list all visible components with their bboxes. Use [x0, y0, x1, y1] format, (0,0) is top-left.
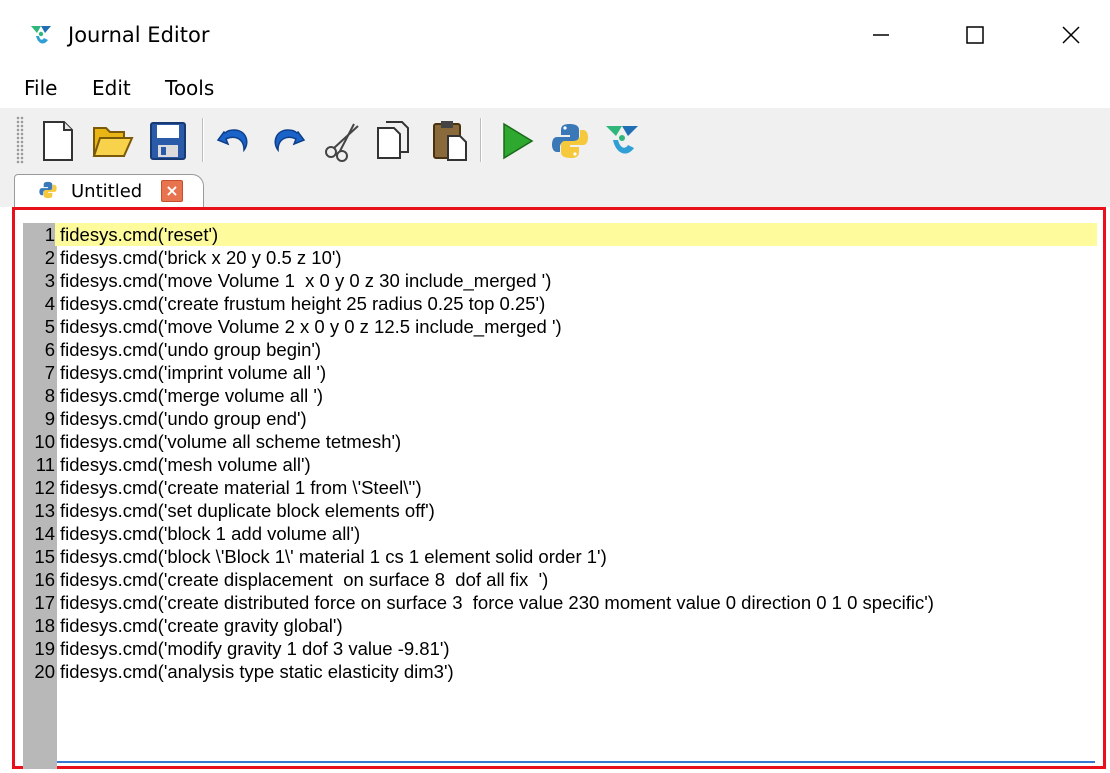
title-bar: Journal Editor	[0, 0, 1110, 68]
code-line[interactable]: 4 fidesys.cmd('create frustum height 25 r…	[23, 292, 1097, 315]
line-number: 2	[23, 246, 55, 269]
line-number: 7	[23, 361, 55, 384]
line-number: 10	[23, 430, 55, 453]
fidesys-logo-icon	[31, 26, 51, 44]
paste-icon[interactable]	[428, 118, 472, 164]
toolbar-separator	[480, 118, 482, 162]
code-line[interactable]: 5 fidesys.cmd('move Volume 2 x 0 y 0 z 12…	[23, 315, 1097, 338]
code-line[interactable]: 7 fidesys.cmd('imprint volume all ')	[23, 361, 1097, 384]
code-line[interactable]: 12 fidesys.cmd('create material 1 from \'…	[23, 476, 1097, 499]
tab-bar: Untitled ×	[0, 172, 1110, 208]
undo-icon[interactable]	[214, 118, 258, 164]
code-text[interactable]: fidesys.cmd('undo group begin')	[60, 338, 321, 361]
code-line[interactable]: 14 fidesys.cmd('block 1 add volume all')	[23, 522, 1097, 545]
toolbar	[0, 108, 1110, 172]
redo-icon[interactable]	[264, 118, 308, 164]
new-file-icon[interactable]	[36, 118, 80, 164]
code-text[interactable]: fidesys.cmd('move Volume 2 x 0 y 0 z 12.…	[60, 315, 562, 338]
run-icon[interactable]	[494, 118, 538, 164]
line-number: 16	[23, 568, 55, 591]
code-line[interactable]: 16 fidesys.cmd('create displacement on su…	[23, 568, 1097, 591]
line-number: 15	[23, 545, 55, 568]
code-text[interactable]: fidesys.cmd('set duplicate block element…	[60, 499, 435, 522]
line-number: 6	[23, 338, 55, 361]
code-line[interactable]: 18 fidesys.cmd('create gravity global')	[23, 614, 1097, 637]
code-text[interactable]: fidesys.cmd('mesh volume all')	[60, 453, 311, 476]
code-line[interactable]: 2 fidesys.cmd('brick x 20 y 0.5 z 10')	[23, 246, 1097, 269]
tab-close-icon[interactable]: ×	[161, 180, 183, 202]
code-lines: 1 fidesys.cmd('reset') 2 fidesys.cmd('brick…	[23, 223, 1097, 683]
code-line[interactable]: 20 fidesys.cmd('analysis type static elas…	[23, 660, 1097, 683]
line-number: 3	[23, 269, 55, 292]
fidesys-icon[interactable]	[600, 118, 644, 164]
code-line[interactable]: 15 fidesys.cmd('block \'Block 1\' materia…	[23, 545, 1097, 568]
python-icon[interactable]	[548, 118, 592, 164]
code-line[interactable]: 10 fidesys.cmd('volume all scheme tetmesh…	[23, 430, 1097, 453]
menu-edit[interactable]: Edit	[92, 76, 131, 100]
code-line[interactable]: 1 fidesys.cmd('reset')	[23, 223, 1097, 246]
maximize-button[interactable]	[940, 10, 1010, 60]
code-line[interactable]: 17 fidesys.cmd('create distributed force …	[23, 591, 1097, 614]
line-number: 9	[23, 407, 55, 430]
toolbar-separator	[202, 118, 204, 162]
code-text[interactable]: fidesys.cmd('block \'Block 1\' material …	[60, 545, 607, 568]
maximize-icon	[966, 26, 984, 44]
line-number: 11	[23, 453, 55, 476]
code-line[interactable]: 3 fidesys.cmd('move Volume 1 x 0 y 0 z 30…	[23, 269, 1097, 292]
code-text[interactable]: fidesys.cmd('imprint volume all ')	[60, 361, 326, 384]
line-number: 18	[23, 614, 55, 637]
code-line[interactable]: 13 fidesys.cmd('set duplicate block eleme…	[23, 499, 1097, 522]
code-line[interactable]: 11 fidesys.cmd('mesh volume all')	[23, 453, 1097, 476]
line-number: 5	[23, 315, 55, 338]
line-number: 17	[23, 591, 55, 614]
line-number: 20	[23, 660, 55, 683]
menu-bar: File Edit Tools	[0, 68, 1110, 108]
line-number: 12	[23, 476, 55, 499]
code-text[interactable]: fidesys.cmd('modify gravity 1 dof 3 valu…	[60, 637, 450, 660]
line-number: 1	[23, 223, 55, 246]
code-text[interactable]: fidesys.cmd('volume all scheme tetmesh')	[60, 430, 401, 453]
line-number: 8	[23, 384, 55, 407]
code-text[interactable]: fidesys.cmd('create distributed force on…	[60, 591, 934, 614]
menu-file[interactable]: File	[24, 76, 57, 100]
cut-icon[interactable]	[320, 118, 364, 164]
code-text[interactable]: fidesys.cmd('merge volume all ')	[60, 384, 323, 407]
line-number: 14	[23, 522, 55, 545]
code-text[interactable]: fidesys.cmd('create frustum height 25 ra…	[60, 292, 545, 315]
code-text[interactable]: fidesys.cmd('create gravity global')	[60, 614, 343, 637]
copy-icon[interactable]	[372, 118, 416, 164]
code-line[interactable]: 8 fidesys.cmd('merge volume all ')	[23, 384, 1097, 407]
code-text[interactable]: fidesys.cmd('block 1 add volume all')	[60, 522, 360, 545]
code-line[interactable]: 6 fidesys.cmd('undo group begin')	[23, 338, 1097, 361]
toolbar-grip[interactable]	[16, 116, 24, 164]
tab-label: Untitled	[71, 181, 143, 202]
code-text[interactable]: fidesys.cmd('move Volume 1 x 0 y 0 z 30 …	[60, 269, 551, 292]
line-number: 19	[23, 637, 55, 660]
minimize-button[interactable]	[846, 10, 916, 60]
line-number: 4	[23, 292, 55, 315]
code-text[interactable]: fidesys.cmd('undo group end')	[60, 407, 307, 430]
code-text[interactable]: fidesys.cmd('reset')	[60, 223, 218, 246]
editor-bottom-border	[57, 761, 1095, 763]
code-line[interactable]: 9 fidesys.cmd('undo group end')	[23, 407, 1097, 430]
code-line[interactable]: 19 fidesys.cmd('modify gravity 1 dof 3 va…	[23, 637, 1097, 660]
python-icon	[39, 181, 57, 199]
code-text[interactable]: fidesys.cmd('create material 1 from \'St…	[60, 476, 422, 499]
close-icon	[1062, 26, 1080, 44]
menu-tools[interactable]: Tools	[165, 76, 214, 100]
code-text[interactable]: fidesys.cmd('analysis type static elasti…	[60, 660, 454, 683]
line-number: 13	[23, 499, 55, 522]
open-folder-icon[interactable]	[90, 118, 134, 164]
code-editor[interactable]: 1 fidesys.cmd('reset') 2 fidesys.cmd('brick…	[12, 207, 1106, 769]
window-title: Journal Editor	[68, 23, 210, 47]
code-text[interactable]: fidesys.cmd('brick x 20 y 0.5 z 10')	[60, 246, 342, 269]
close-button[interactable]	[1036, 10, 1106, 60]
save-icon[interactable]	[146, 118, 190, 164]
code-text[interactable]: fidesys.cmd('create displacement on surf…	[60, 568, 548, 591]
tab-untitled[interactable]: Untitled ×	[14, 174, 204, 208]
